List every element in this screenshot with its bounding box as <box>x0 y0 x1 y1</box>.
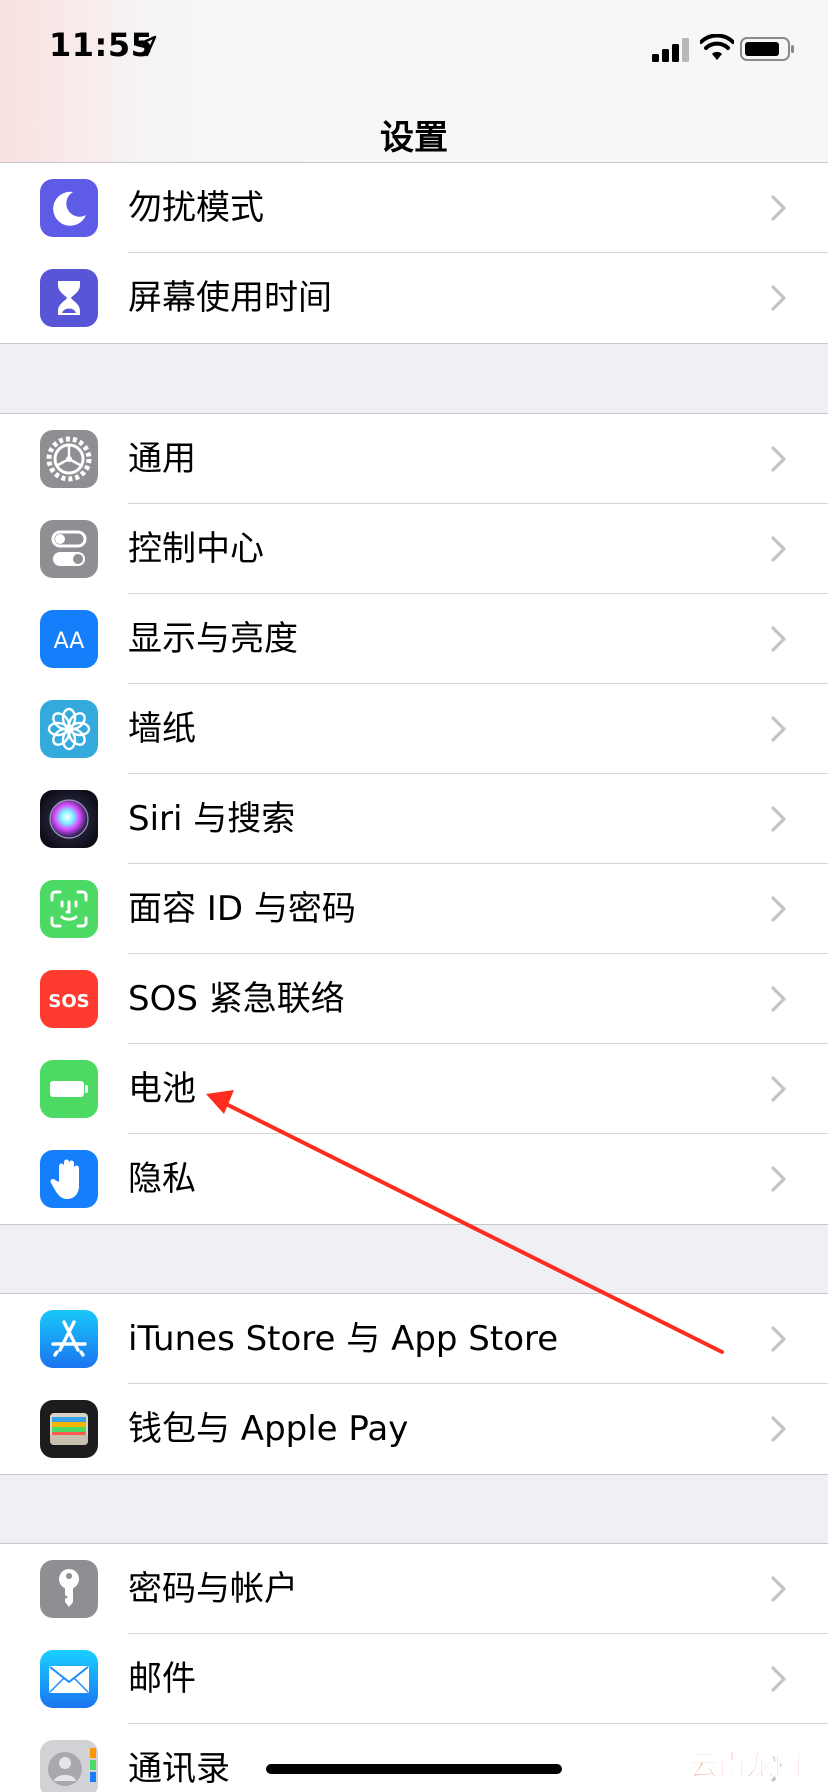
settings-row-label: 面容 ID 与密码 <box>128 889 356 929</box>
settings-group-stores: iTunes Store 与 App Store 钱包与 Apple Pay <box>0 1293 828 1475</box>
settings-row-privacy[interactable]: 隐私 <box>0 1134 828 1224</box>
mail-icon <box>40 1650 98 1708</box>
chevron-right-icon <box>771 986 786 1012</box>
key-icon <box>40 1560 98 1618</box>
chevron-right-icon <box>771 285 786 311</box>
gear-icon <box>40 430 98 488</box>
chevron-right-icon <box>771 446 786 472</box>
chevron-right-icon <box>771 1166 786 1192</box>
settings-row-label: 电池 <box>128 1069 196 1109</box>
settings-row-itunes-app-store[interactable]: iTunes Store 与 App Store <box>0 1294 828 1384</box>
settings-group-focus: 勿扰模式 屏幕使用时间 <box>0 162 828 344</box>
chevron-right-icon <box>771 1576 786 1602</box>
app-store-icon <box>40 1310 98 1368</box>
chevron-right-icon <box>771 1666 786 1692</box>
settings-screen: 11:55 设置 勿扰模式 屏幕使用时间 通用 控制中心 AA 显示与亮度 墙纸… <box>0 0 828 1792</box>
settings-row-label: 邮件 <box>128 1659 196 1699</box>
settings-row-label: 钱包与 Apple Pay <box>128 1409 409 1449</box>
location-arrow-icon <box>135 35 157 57</box>
settings-row-battery[interactable]: 电池 <box>0 1044 828 1134</box>
siri-icon <box>40 790 98 848</box>
settings-row-passwords-accounts[interactable]: 密码与帐户 <box>0 1544 828 1634</box>
settings-row-mail[interactable]: 邮件 <box>0 1634 828 1724</box>
chevron-right-icon <box>771 1076 786 1102</box>
page-title: 设置 <box>380 118 448 158</box>
sos-icon: SOS <box>40 970 98 1028</box>
chevron-right-icon <box>771 1326 786 1352</box>
settings-row-wallet-apple-pay[interactable]: 钱包与 Apple Pay <box>0 1384 828 1474</box>
settings-row-label: 隐私 <box>128 1159 196 1199</box>
settings-row-wallpaper[interactable]: 墙纸 <box>0 684 828 774</box>
settings-group-general: 通用 控制中心 AA 显示与亮度 墙纸 Siri 与搜索 面容 ID 与密码 S… <box>0 413 828 1225</box>
flower-icon <box>40 700 98 758</box>
toggles-icon <box>40 520 98 578</box>
settings-row-label: Siri 与搜索 <box>128 799 296 839</box>
battery-setting-icon <box>40 1060 98 1118</box>
watermark: 云南龙网 <box>689 1749 803 1783</box>
settings-row-label: 勿扰模式 <box>128 188 264 228</box>
contacts-icon <box>40 1740 98 1792</box>
settings-row-label: 密码与帐户 <box>128 1569 298 1609</box>
settings-row-control-center[interactable]: 控制中心 <box>0 504 828 594</box>
settings-row-label: 显示与亮度 <box>128 619 298 659</box>
chevron-right-icon <box>771 716 786 742</box>
settings-row-label: 墙纸 <box>128 709 196 749</box>
chevron-right-icon <box>771 195 786 221</box>
wallet-icon <box>40 1400 98 1458</box>
battery-icon <box>740 37 794 61</box>
text-size-icon: AA <box>40 610 98 668</box>
cellular-signal-icon <box>652 38 689 62</box>
settings-row-label: 屏幕使用时间 <box>128 278 332 318</box>
hand-icon <box>40 1150 98 1208</box>
chevron-right-icon <box>771 626 786 652</box>
svg-text:SOS: SOS <box>48 991 89 1012</box>
chevron-right-icon <box>771 896 786 922</box>
top-bar: 11:55 设置 <box>0 0 828 177</box>
settings-row-screen-time[interactable]: 屏幕使用时间 <box>0 253 828 343</box>
home-indicator[interactable] <box>266 1764 562 1774</box>
wifi-icon <box>700 34 734 60</box>
settings-row-label: 通讯录 <box>128 1749 230 1789</box>
settings-row-label: iTunes Store 与 App Store <box>128 1319 559 1359</box>
settings-row-label: 控制中心 <box>128 529 264 569</box>
face-id-icon <box>40 880 98 938</box>
settings-row-general[interactable]: 通用 <box>0 414 828 504</box>
chevron-right-icon <box>771 806 786 832</box>
settings-row-label: 通用 <box>128 439 196 479</box>
moon-icon <box>40 179 98 237</box>
svg-text:AA: AA <box>54 629 85 654</box>
settings-row-label: SOS 紧急联络 <box>128 979 345 1019</box>
chevron-right-icon <box>771 536 786 562</box>
settings-row-face-id[interactable]: 面容 ID 与密码 <box>0 864 828 954</box>
hourglass-icon <box>40 269 98 327</box>
settings-row-do-not-disturb[interactable]: 勿扰模式 <box>0 163 828 253</box>
settings-row-siri-search[interactable]: Siri 与搜索 <box>0 774 828 864</box>
chevron-right-icon <box>771 1416 786 1442</box>
settings-row-emergency-sos[interactable]: SOS SOS 紧急联络 <box>0 954 828 1044</box>
settings-row-display-brightness[interactable]: AA 显示与亮度 <box>0 594 828 684</box>
